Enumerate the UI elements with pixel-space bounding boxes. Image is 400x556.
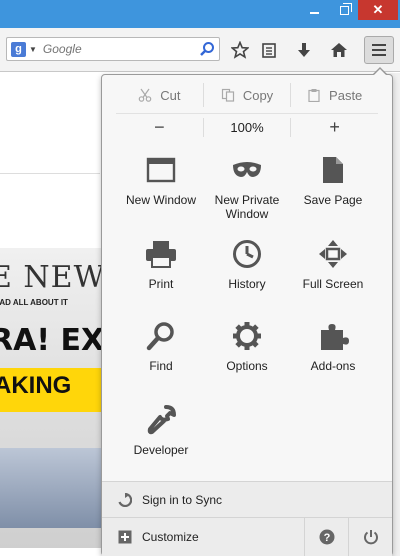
- minimize-icon: [309, 12, 319, 14]
- addons-puzzle-icon: [321, 324, 349, 350]
- private-mask-icon: [233, 162, 261, 177]
- help-icon: ?: [319, 529, 334, 545]
- options-button[interactable]: Options: [202, 319, 292, 395]
- download-icon: [298, 43, 310, 57]
- save-page-label: Save Page: [303, 193, 363, 207]
- full-screen-button[interactable]: Full Screen: [288, 237, 378, 313]
- restore-icon: [339, 2, 352, 15]
- laptop-image: [0, 448, 110, 528]
- developer-wrench-icon: [147, 405, 176, 435]
- print-button[interactable]: Print: [116, 237, 206, 313]
- history-label: History: [228, 277, 266, 291]
- customize-footer: Customize ?: [102, 517, 392, 556]
- close-button[interactable]: ✕: [358, 0, 398, 20]
- save-page-button[interactable]: Save Page: [288, 153, 378, 229]
- navigation-toolbar: g ▼: [0, 28, 400, 72]
- customize-label[interactable]: Customize: [142, 530, 199, 544]
- minimize-button[interactable]: [300, 0, 328, 20]
- find-button[interactable]: Find: [116, 319, 206, 395]
- print-label: Print: [148, 277, 174, 291]
- add-ons-label: Add-ons: [310, 359, 356, 373]
- google-engine-icon[interactable]: g: [11, 41, 26, 57]
- home-icon: [331, 43, 347, 57]
- cut-icon: [138, 88, 152, 102]
- reading-list-icon: [262, 43, 276, 58]
- download-button[interactable]: [292, 38, 316, 62]
- history-clock-icon: [233, 240, 261, 268]
- cut-button[interactable]: Cut: [116, 83, 203, 107]
- new-window-button[interactable]: New Window: [116, 153, 206, 229]
- hamburger-menu-button[interactable]: [364, 36, 394, 64]
- find-magnifier-icon: [146, 322, 174, 351]
- home-button[interactable]: [327, 38, 351, 62]
- options-gear-icon: [233, 322, 261, 350]
- full-screen-label: Full Screen: [302, 277, 364, 291]
- chevron-down-icon[interactable]: ▼: [29, 45, 37, 54]
- zoom-out-button[interactable]: −: [116, 117, 203, 137]
- sync-icon: [118, 492, 132, 507]
- search-icon[interactable]: [199, 41, 215, 57]
- quit-button[interactable]: [348, 518, 392, 556]
- edit-controls: Cut Copy Paste: [116, 83, 378, 107]
- paste-label: Paste: [329, 87, 363, 103]
- add-ons-button[interactable]: Add-ons: [288, 319, 378, 395]
- svg-text:?: ?: [323, 532, 330, 544]
- bookmark-star-icon: [231, 41, 249, 59]
- new-private-window-button[interactable]: New Private Window: [202, 153, 292, 229]
- fullscreen-icon: [319, 240, 347, 268]
- search-box[interactable]: g ▼: [6, 37, 220, 61]
- new-window-label: New Window: [125, 193, 197, 207]
- new-private-window-label: New Private Window: [214, 193, 280, 221]
- sign-in-sync-button[interactable]: Sign in to Sync: [102, 481, 392, 517]
- cut-label: Cut: [160, 87, 181, 103]
- options-label: Options: [226, 359, 268, 373]
- reading-list-button[interactable]: [257, 38, 281, 62]
- title-bar: ✕: [0, 0, 400, 28]
- zoom-in-button[interactable]: +: [290, 117, 378, 137]
- newspaper-image: E NEWS EAD ALL ABOUT IT RA! EX AKING: [0, 248, 110, 548]
- find-label: Find: [149, 359, 173, 373]
- save-page-icon: [323, 157, 343, 183]
- search-input[interactable]: [42, 42, 193, 56]
- power-icon: [363, 530, 378, 545]
- developer-button[interactable]: Developer: [116, 403, 206, 479]
- help-button[interactable]: ?: [304, 518, 348, 556]
- hamburger-menu-icon: [372, 44, 386, 46]
- app-menu-panel: Cut Copy Paste − 100% + New Window New P…: [101, 74, 393, 556]
- bookmark-star-button[interactable]: [228, 38, 252, 62]
- zoom-reset-button[interactable]: 100%: [202, 118, 291, 137]
- copy-icon: [221, 88, 234, 102]
- paste-button[interactable]: Paste: [290, 83, 378, 107]
- print-icon: [146, 241, 176, 268]
- paste-icon: [308, 89, 320, 102]
- history-button[interactable]: History: [202, 237, 292, 313]
- copy-button[interactable]: Copy: [202, 83, 291, 107]
- sign-in-sync-label: Sign in to Sync: [142, 492, 223, 507]
- new-window-icon: [146, 157, 176, 183]
- developer-label: Developer: [133, 443, 189, 457]
- customize-plus-icon: [118, 530, 132, 544]
- restore-button[interactable]: [330, 0, 358, 20]
- zoom-controls: − 100% +: [116, 113, 378, 137]
- customize-button[interactable]: [118, 530, 132, 544]
- copy-label: Copy: [242, 87, 274, 103]
